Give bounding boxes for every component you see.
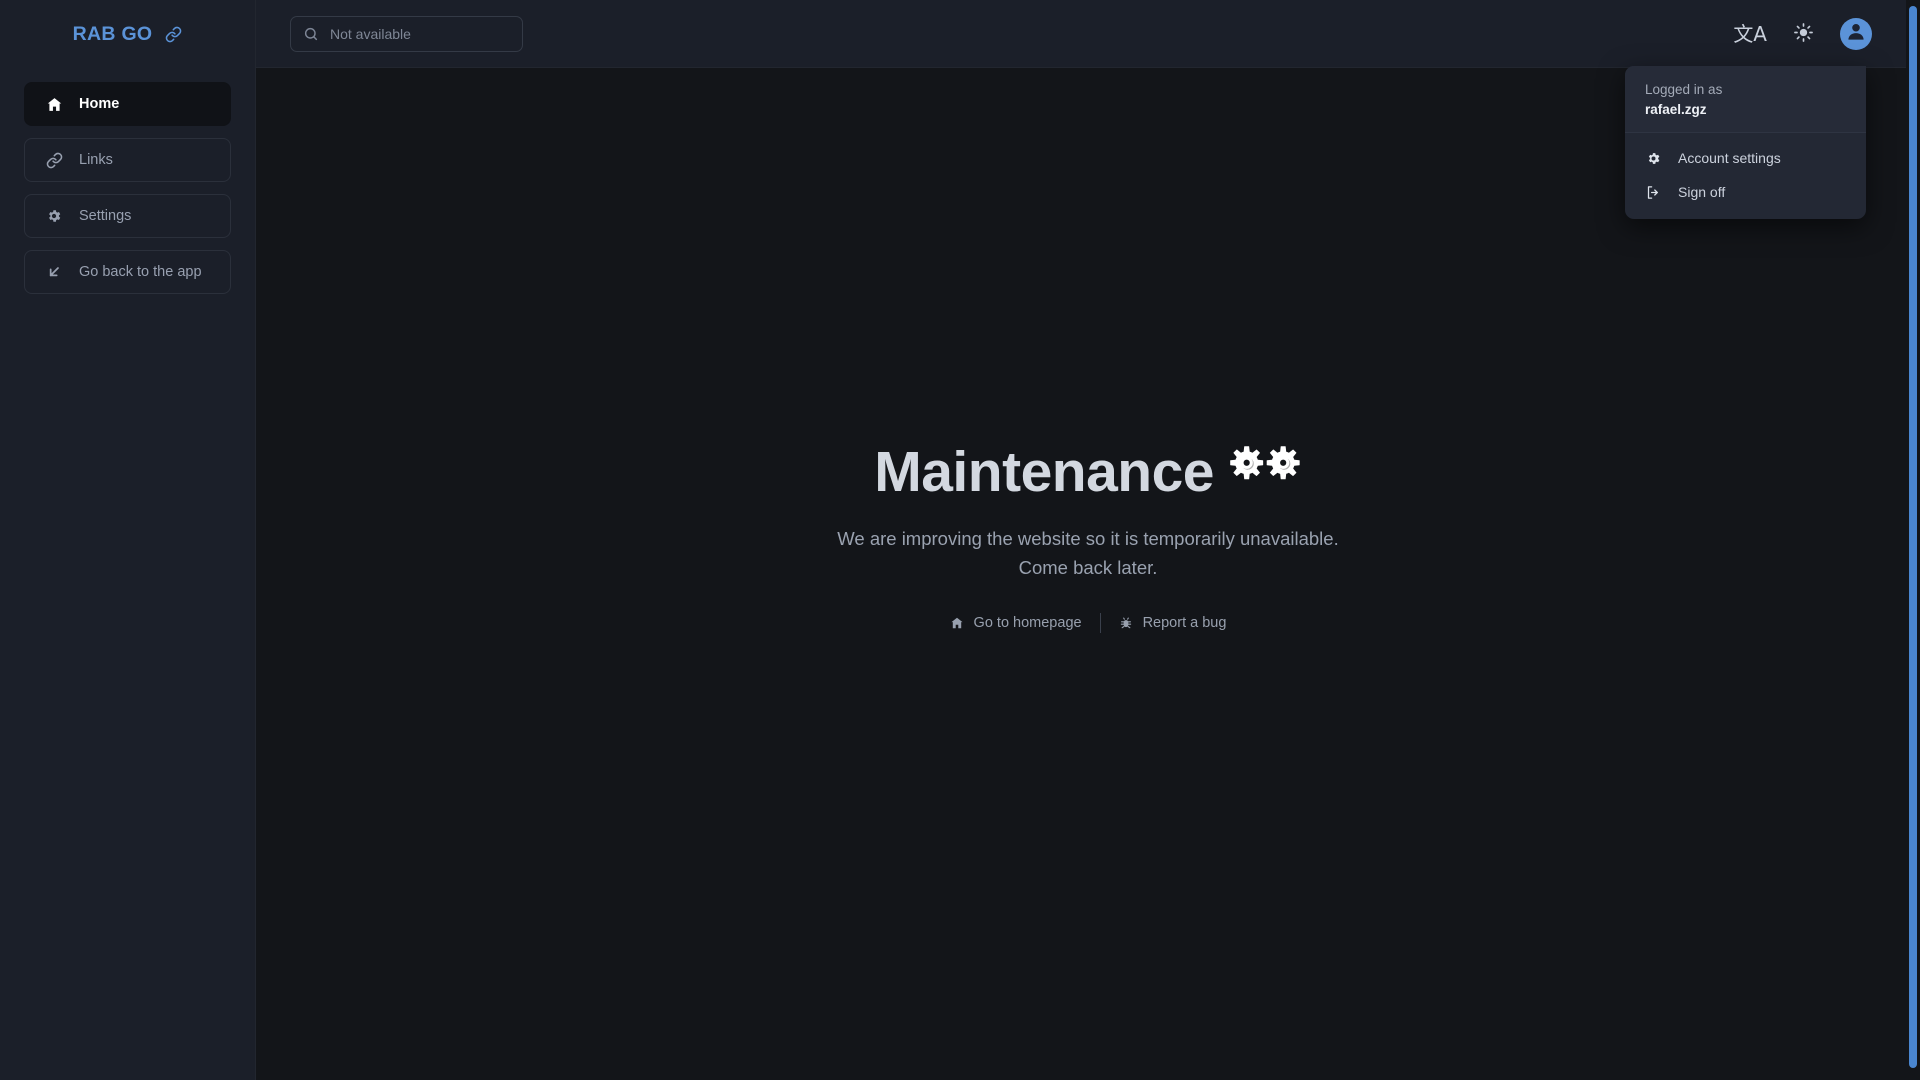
link-icon [45, 152, 63, 169]
search-icon [303, 26, 319, 42]
user-menu-dropdown: Logged in as rafael.zgz Account settings [1625, 66, 1866, 220]
menu-item-account-settings[interactable]: Account settings [1625, 141, 1866, 175]
maintenance-actions: Go to homepage Report a bug [837, 612, 1338, 633]
app-root: RAB GO Home Links Settings Go back to th… [0, 0, 1920, 1080]
translate-icon: 文A [1733, 21, 1767, 46]
maintenance-message-line1: We are improving the website so it is te… [837, 528, 1339, 550]
sidebar-item-label: Links [79, 152, 113, 168]
topbar-actions: 文A [1733, 17, 1886, 50]
sidebar-item-home[interactable]: Home [24, 82, 231, 126]
bug-icon [1119, 616, 1133, 630]
gear-icon [1645, 151, 1662, 166]
maintenance-block: Maintenance ⚙️⚙️ We are improving the we… [837, 443, 1339, 633]
page-scrollbar-thumb[interactable] [1909, 6, 1917, 1068]
page-title: Maintenance ⚙️⚙️ [837, 443, 1338, 503]
page-scrollbar[interactable] [1906, 0, 1920, 1080]
link-icon [165, 26, 182, 43]
search-input[interactable] [330, 25, 511, 42]
sign-out-icon [1645, 185, 1662, 200]
arrow-down-left-icon [45, 264, 63, 280]
go-to-homepage-link[interactable]: Go to homepage [932, 615, 1100, 631]
content-area: Maintenance ⚙️⚙️ We are improving the we… [256, 68, 1920, 1080]
translate-button[interactable]: 文A [1733, 24, 1767, 44]
maintenance-message: We are improving the website so it is te… [837, 525, 1338, 582]
sidebar-item-label: Settings [79, 208, 132, 224]
brand-logo[interactable]: RAB GO [0, 0, 255, 68]
go-to-homepage-label: Go to homepage [973, 614, 1082, 631]
sidebar-item-label: Go back to the app [79, 264, 202, 280]
report-a-bug-label: Report a bug [1142, 614, 1227, 631]
menu-item-label: Account settings [1678, 150, 1781, 167]
user-menu-list: Account settings Sign off [1625, 133, 1866, 219]
sidebar-item-settings[interactable]: Settings [24, 194, 231, 238]
brand-title: RAB GO [72, 22, 153, 45]
search-box[interactable] [290, 15, 523, 52]
sidebar-nav: Home Links Settings Go back to the app [0, 68, 255, 294]
sidebar-item-go-back-to-app[interactable]: Go back to the app [24, 250, 231, 294]
sidebar-item-label: Home [79, 96, 120, 112]
gears-icon: ⚙️⚙️ [1228, 446, 1302, 482]
maintenance-title-text: Maintenance [874, 440, 1215, 505]
theme-toggle-button[interactable] [1793, 22, 1814, 46]
sidebar: RAB GO Home Links Settings Go back to th… [0, 0, 256, 1080]
logged-in-username: rafael.zgz [1645, 101, 1707, 117]
sidebar-item-links[interactable]: Links [24, 138, 231, 182]
menu-item-sign-off[interactable]: Sign off [1625, 175, 1866, 209]
home-icon [45, 96, 63, 113]
menu-item-label: Sign off [1678, 184, 1726, 201]
gear-icon [45, 208, 63, 224]
maintenance-message-line2: Come back later. [1018, 556, 1158, 578]
report-a-bug-link[interactable]: Report a bug [1101, 615, 1245, 631]
logged-in-label: Logged in as [1645, 82, 1723, 97]
user-avatar-icon [1843, 18, 1869, 49]
topbar: 文A [256, 0, 1920, 68]
user-menu-header: Logged in as rafael.zgz [1625, 66, 1866, 134]
home-icon [950, 616, 964, 630]
account-avatar-button[interactable] [1840, 17, 1872, 50]
sun-icon [1793, 22, 1814, 46]
